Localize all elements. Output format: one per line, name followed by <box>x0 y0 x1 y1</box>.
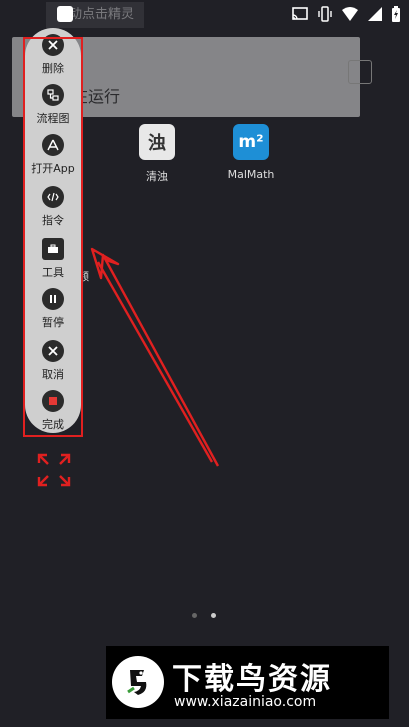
stop-icon <box>42 390 64 412</box>
qingzhuo-icon: 浊 <box>139 124 175 160</box>
watermark-url: www.xiazainiao.com <box>174 694 317 710</box>
delete-button[interactable]: 删除 <box>25 34 81 76</box>
battery-icon <box>392 6 400 22</box>
app-malmath[interactable]: m² MalMath <box>216 124 286 181</box>
tool-label: 取消 <box>42 368 64 381</box>
tool-label: 指令 <box>42 214 64 227</box>
app-qingzhuo[interactable]: 浊 清浊 <box>122 124 192 184</box>
qingzhuo-glyph: 浊 <box>148 133 166 154</box>
app-label: 清浊 <box>146 170 168 183</box>
close-icon <box>42 34 64 56</box>
floating-toolbar: 删除 流程图 打开App 指令 工具 暂停 取消 完成 <box>25 28 81 433</box>
pause-icon <box>42 288 64 310</box>
expand-icon[interactable] <box>37 453 71 487</box>
app-label: MalMath <box>227 168 275 181</box>
tool-label: 完成 <box>42 418 64 431</box>
cast-icon <box>292 7 308 20</box>
cancel-button[interactable]: 取消 <box>25 340 81 382</box>
page-dot[interactable] <box>192 613 197 618</box>
finish-button[interactable]: 完成 <box>25 390 81 432</box>
open-app-button[interactable]: 打开App <box>25 134 81 176</box>
tool-label: 流程图 <box>36 112 70 125</box>
cancel-icon <box>42 340 64 362</box>
page-dot-active[interactable] <box>211 613 216 618</box>
signal-icon <box>368 7 382 21</box>
malmath-icon: m² <box>233 124 269 160</box>
app-notification-icon <box>57 6 73 22</box>
malmath-glyph: m² <box>238 132 264 152</box>
status-bar: 自动点击精灵 <box>0 0 409 28</box>
tool-label: 暂停 <box>42 316 64 329</box>
tool-label: 工具 <box>42 266 64 279</box>
wifi-icon <box>342 7 358 21</box>
command-button[interactable]: 指令 <box>25 186 81 228</box>
tool-label: 打开App <box>31 162 75 175</box>
status-icons <box>291 6 401 22</box>
app-store-icon <box>42 134 64 156</box>
bird-logo-icon <box>112 656 164 708</box>
tool-label: 删除 <box>42 62 64 75</box>
watermark-title: 下载鸟资源 <box>172 662 332 697</box>
watermark: 下载鸟资源 www.xiazainiao.com <box>106 646 389 719</box>
notice-action-button[interactable] <box>348 60 372 84</box>
pause-button[interactable]: 暂停 <box>25 288 81 330</box>
code-icon <box>42 186 64 208</box>
toolbox-icon <box>42 238 64 260</box>
flowchart-button[interactable]: 流程图 <box>25 84 81 126</box>
flowchart-icon <box>42 84 64 106</box>
tools-button[interactable]: 工具 <box>25 238 81 280</box>
vibrate-icon <box>318 6 332 22</box>
page-indicator <box>192 613 216 618</box>
